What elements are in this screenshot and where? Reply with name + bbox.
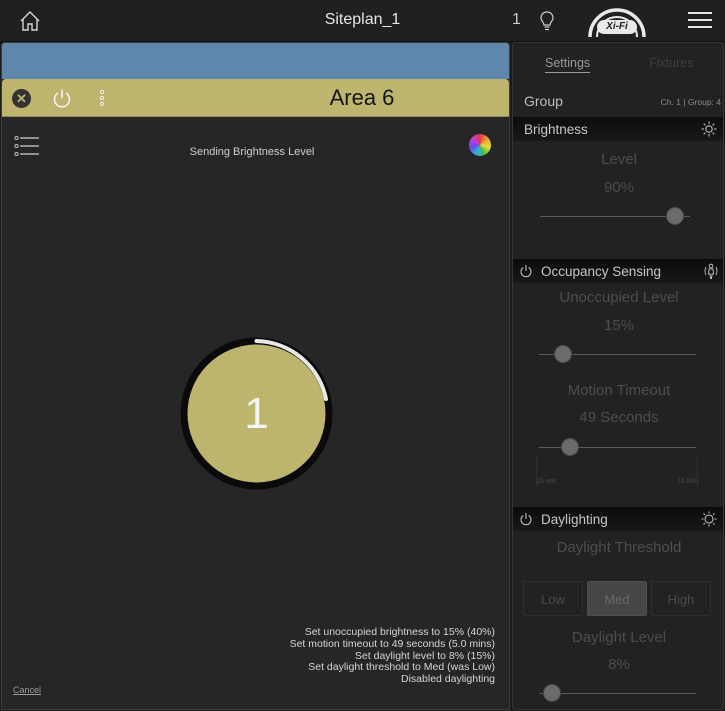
- cancel-link[interactable]: Cancel: [13, 685, 41, 695]
- timeout-scale: [536, 456, 698, 486]
- daylighting-section-header: Daylighting: [513, 507, 723, 531]
- logo-text: Xi-Fi: [606, 21, 628, 32]
- settings-panel: Settings Fixtures Group Ch. 1 | Group: 4…: [512, 42, 724, 710]
- brightness-level-label: Level: [601, 151, 637, 168]
- daylight-level-value: 8%: [608, 656, 630, 673]
- list-icon[interactable]: [14, 135, 40, 157]
- motion-timeout-value: 49 Seconds: [579, 409, 659, 426]
- more-options-icon[interactable]: [98, 88, 106, 108]
- power-icon[interactable]: [51, 87, 73, 109]
- tab-fixtures[interactable]: Fixtures: [649, 56, 693, 70]
- section-title: Daylighting: [541, 512, 608, 527]
- area-header-strip: [2, 43, 509, 79]
- timeout-scale-max: 15 Min: [677, 478, 699, 485]
- top-bar: Siteplan_1 1 Xi-Fi: [0, 0, 725, 42]
- daylight-sun-icon: [701, 511, 717, 527]
- area-header: ✕ Area 6: [2, 79, 509, 117]
- xifi-logo: Xi-Fi: [584, 5, 650, 39]
- tab-settings[interactable]: Settings: [545, 56, 591, 73]
- power-icon[interactable]: [519, 512, 533, 526]
- section-title: Occupancy Sensing: [541, 264, 662, 279]
- close-icon[interactable]: ✕: [12, 89, 31, 108]
- activity-log: Set unoccupied brightness to 15% (40%) S…: [265, 626, 495, 686]
- unoccupied-level-value: 15%: [603, 317, 635, 334]
- power-icon[interactable]: [519, 264, 533, 278]
- threshold-low-button[interactable]: Low: [523, 581, 583, 616]
- brightness-dial[interactable]: 1: [178, 335, 335, 492]
- home-icon[interactable]: [18, 9, 42, 33]
- brightness-section-header: Brightness: [513, 117, 723, 141]
- brightness-level-value: 90%: [603, 179, 635, 196]
- group-meta: Ch. 1 | Group: 4: [660, 97, 721, 107]
- group-label: Group: [524, 93, 563, 109]
- hamburger-menu-icon[interactable]: [688, 12, 712, 30]
- siteplan-title: Siteplan_1: [324, 11, 401, 28]
- timeout-scale-min: 15 sec: [536, 478, 557, 485]
- daylight-slider-handle[interactable]: [542, 684, 561, 702]
- status-text: Sending Brightness Level: [189, 146, 315, 158]
- area-title: Area 6: [329, 85, 395, 110]
- section-title: Brightness: [524, 122, 588, 137]
- log-line: Disabled daylighting: [401, 673, 495, 686]
- brightness-slider-handle[interactable]: [666, 207, 684, 225]
- color-wheel-icon[interactable]: [469, 134, 491, 156]
- unoccupied-slider-handle[interactable]: [553, 345, 572, 363]
- lightbulb-icon[interactable]: [538, 10, 556, 32]
- daylight-slider-track[interactable]: [539, 693, 696, 694]
- threshold-med-button[interactable]: Med: [587, 581, 647, 616]
- sun-icon: [701, 121, 717, 137]
- motion-timeout-label: Motion Timeout: [567, 382, 671, 399]
- daylight-threshold-label: Daylight Threshold: [556, 539, 682, 556]
- timeout-slider-handle[interactable]: [561, 438, 580, 456]
- occupancy-person-icon: [704, 263, 718, 279]
- unoccupied-level-label: Unoccupied Level: [559, 289, 679, 306]
- dial-value: 1: [244, 389, 269, 438]
- threshold-high-button[interactable]: High: [651, 581, 711, 616]
- daylight-level-label: Daylight Level: [571, 629, 667, 646]
- selection-count: 1: [512, 11, 521, 28]
- occupancy-section-header: Occupancy Sensing: [513, 259, 723, 283]
- area-panel: ✕ Area 6 Sending Brightness Level 1 Set …: [1, 42, 510, 710]
- log-line: Set motion timeout to 49 seconds (5.0 mi…: [289, 637, 495, 650]
